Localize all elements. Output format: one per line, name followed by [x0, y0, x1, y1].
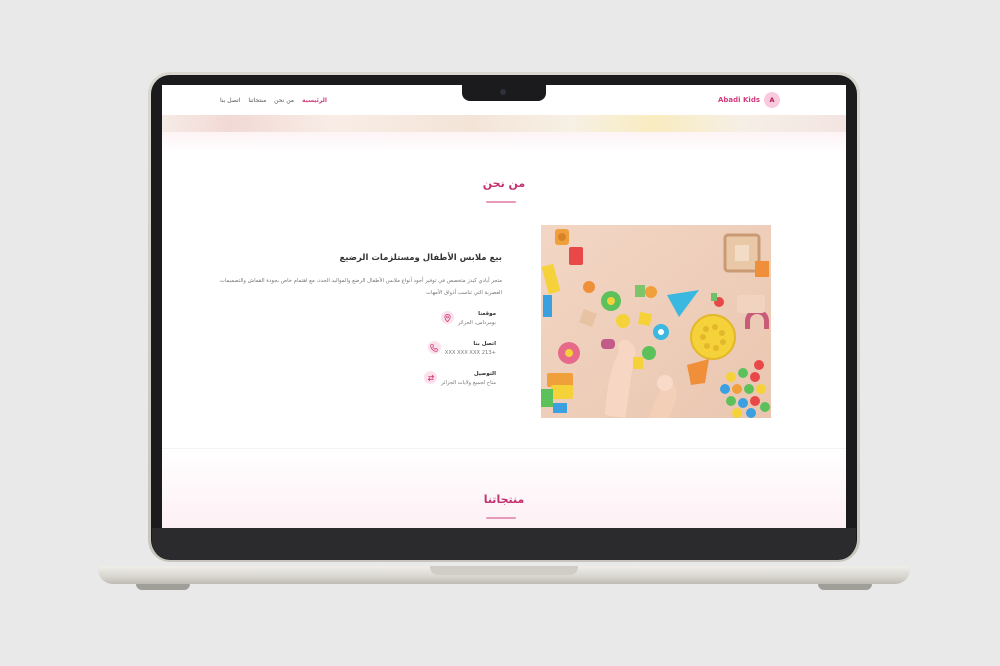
- laptop-mockup: الرئيسية من نحن منتجاتنا اتصل بنا Abadi …: [0, 0, 1000, 666]
- info-value: +213 XXX XXX XXX: [444, 350, 496, 356]
- about-description: متجر أبادي كيدز متخصص في توفير أجود أنوا…: [219, 278, 502, 296]
- laptop-chin: [152, 528, 856, 560]
- brand-logo: A: [764, 92, 780, 108]
- website-screen: الرئيسية من نحن منتجاتنا اتصل بنا Abadi …: [162, 85, 846, 528]
- location-icon: [440, 311, 454, 324]
- about-section-title: من نحن: [482, 177, 526, 190]
- info-location: موقعنا بومرداس، الجزائر: [440, 311, 496, 326]
- info-title: موقعنا: [478, 311, 496, 317]
- delivery-icon: [424, 371, 438, 384]
- info-delivery: التوصيل متاح لجميع ولايات الجزائر: [424, 371, 496, 386]
- title-underline: [486, 201, 516, 203]
- info-phone: اتصل بنا +213 XXX XXX XXX: [427, 341, 496, 356]
- info-title: اتصل بنا: [473, 341, 496, 347]
- nav-link-home[interactable]: الرئيسية: [302, 97, 327, 104]
- about-heading: بيع ملابس الأطفال ومستلزمات الرضيع: [339, 253, 502, 263]
- title-underline: [486, 517, 516, 519]
- camera-notch: [462, 85, 546, 101]
- info-value: متاح لجميع ولايات الجزائر: [441, 380, 496, 386]
- phone-icon: [427, 341, 441, 354]
- nav-link-products[interactable]: منتجاتنا: [248, 97, 266, 104]
- about-image: [541, 225, 771, 418]
- nav-links: الرئيسية من نحن منتجاتنا اتصل بنا: [220, 97, 327, 104]
- camera-icon: [500, 89, 506, 95]
- brand[interactable]: Abadi Kids A: [718, 92, 780, 108]
- products-section-title: منتجاتنا: [483, 493, 525, 506]
- info-title: التوصيل: [473, 371, 496, 377]
- info-value: بومرداس، الجزائر: [457, 320, 496, 326]
- nav-link-contact[interactable]: اتصل بنا: [220, 97, 240, 104]
- brand-name: Abadi Kids: [718, 96, 760, 104]
- hero-banner-strip: [162, 115, 846, 132]
- nav-link-about[interactable]: من نحن: [274, 97, 294, 104]
